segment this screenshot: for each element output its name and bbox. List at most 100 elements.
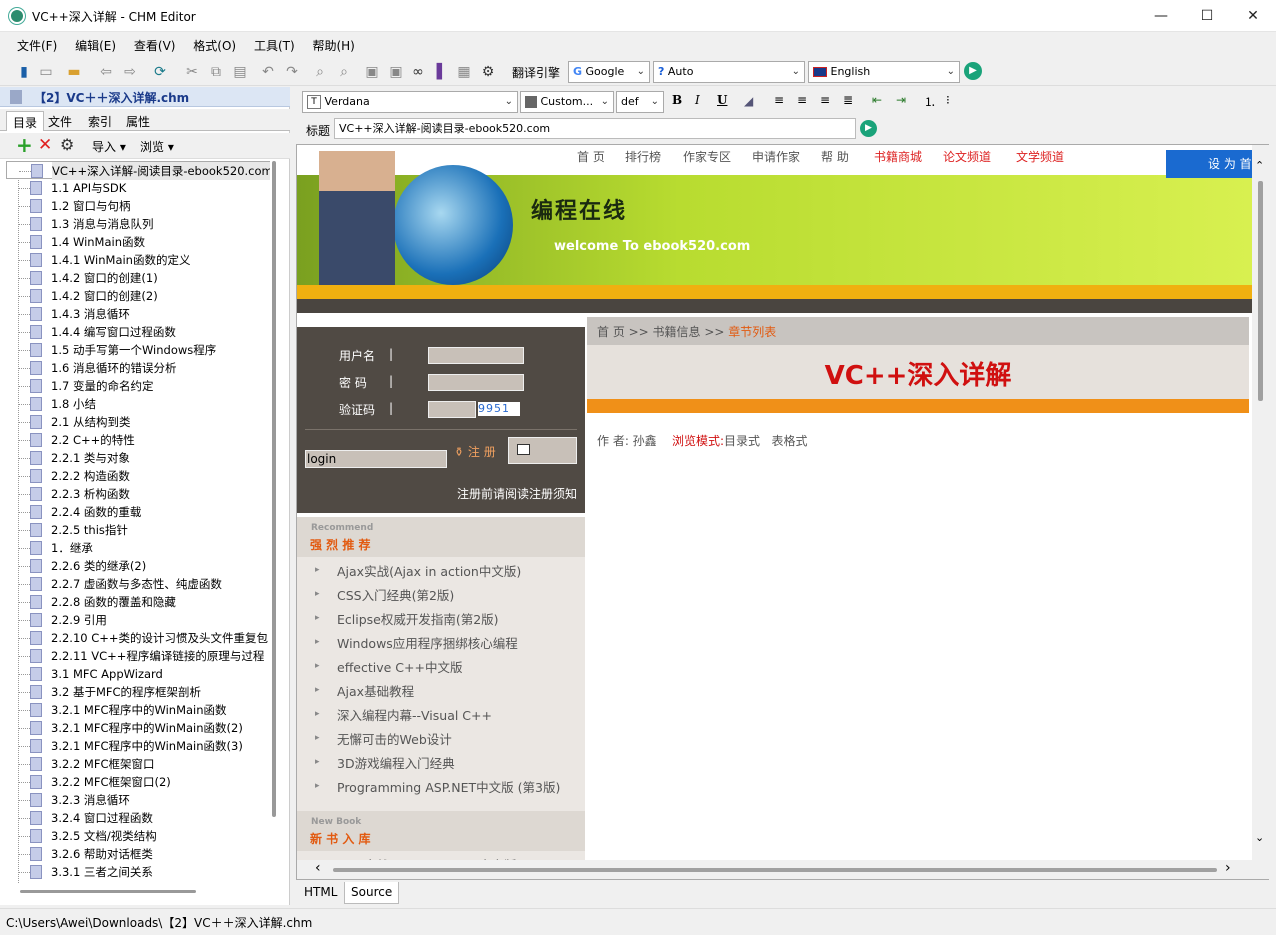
color-select[interactable]: Custom... ⌄ (520, 91, 614, 113)
align-right-icon[interactable]: ≡ (820, 93, 830, 107)
username-input[interactable] (428, 347, 524, 364)
tree-item[interactable]: 3.2.1 MFC程序中的WinMain函数(2) (6, 719, 270, 737)
align-center-icon[interactable]: ≡ (797, 93, 807, 107)
indent-icon[interactable]: ⇥ (896, 93, 906, 107)
undo-icon[interactable]: ↶ (258, 62, 278, 82)
browse-mode-directory[interactable]: 目录式 (724, 434, 760, 448)
recommend-item[interactable]: effective C++中文版 (337, 657, 462, 676)
nav-authors[interactable]: 作家专区 (683, 148, 731, 165)
tree-item[interactable]: 3.1 MFC AppWizard (6, 665, 270, 683)
preview-horizontal-scrollbar[interactable]: ‹ › (297, 860, 1252, 879)
tree-item[interactable]: 1．继承 (6, 539, 270, 557)
close-button[interactable]: ✕ (1230, 0, 1276, 32)
font-select[interactable]: T Verdana ⌄ (302, 91, 518, 113)
tree-item[interactable]: 3.2.1 MFC程序中的WinMain函数(3) (6, 737, 270, 755)
engine-select[interactable]: G Google ⌄ (568, 61, 650, 83)
tree-item[interactable]: 1.1 API与SDK (6, 179, 270, 197)
new-book-icon[interactable]: ▮ (14, 62, 34, 82)
settings-gear-icon[interactable]: ⚙ (60, 135, 74, 155)
login-submit-button[interactable] (508, 437, 577, 464)
link-icon[interactable]: ∞ (408, 62, 428, 82)
tree-item[interactable]: 1.7 变量的命名约定 (6, 377, 270, 395)
tree-vertical-scrollbar[interactable] (272, 161, 276, 817)
italic-button[interactable]: I (695, 93, 700, 107)
browse-mode-table[interactable]: 表格式 (771, 434, 807, 448)
tree-item[interactable]: 1.5 动手写第一个Windows程序 (6, 341, 270, 359)
settings-gear-icon[interactable]: ⚙ (478, 62, 498, 82)
save-icon[interactable]: ▭ (36, 62, 56, 82)
tree-horizontal-scrollbar[interactable] (20, 890, 196, 893)
tab-index[interactable]: 索引 (82, 111, 118, 131)
image-icon[interactable]: ▣ (362, 62, 382, 82)
tree-item[interactable]: 2.2.5 this指针 (6, 521, 270, 539)
paste-icon[interactable]: ▤ (230, 62, 250, 82)
scroll-right-icon[interactable]: › (1225, 860, 1231, 876)
hscroll-thumb[interactable] (333, 868, 1217, 872)
tree-item[interactable]: 3.3.1 三者之间关系 (6, 863, 270, 881)
register-link[interactable]: ⚱ 注 册 (454, 443, 496, 460)
nav-home[interactable]: 首 页 (577, 148, 605, 165)
recommend-item[interactable]: 3D游戏编程入门经典 (337, 753, 455, 772)
import-menu-button[interactable]: 导入 ▾ (92, 138, 126, 155)
bold-button[interactable]: B (672, 93, 682, 107)
recommend-item[interactable]: Eclipse权威开发指南(第2版) (337, 609, 499, 628)
maximize-button[interactable]: ☐ (1184, 0, 1230, 32)
recommend-item[interactable]: CSS入门经典(第2版) (337, 585, 454, 604)
tree-item[interactable]: 2.2.4 函数的重载 (6, 503, 270, 521)
title-translate-button[interactable]: ▶ (860, 120, 877, 137)
minimize-button[interactable]: — (1138, 0, 1184, 32)
align-left-icon[interactable]: ≡ (774, 93, 784, 107)
tree-item[interactable]: 2.2.10 C++类的设计习惯及头文件重复包 (6, 629, 270, 647)
source-language-select[interactable]: ? Auto ⌄ (653, 61, 805, 83)
tree-item[interactable]: 2.2 C++的特性 (6, 431, 270, 449)
tree-item[interactable]: 3.2.2 MFC框架窗口 (6, 755, 270, 773)
register-notice-link[interactable]: 注册前请阅读注册须知 (457, 485, 577, 502)
tree-item[interactable]: 2.2.11 VC++程序编译链接的原理与过程 (6, 647, 270, 665)
back-icon[interactable]: ⇦ (96, 62, 116, 82)
tree-item[interactable]: 1.6 消息循环的错误分析 (6, 359, 270, 377)
tree-item[interactable]: 1.3 消息与消息队列 (6, 215, 270, 233)
tree-item[interactable]: 3.2.5 文档/视类结构 (6, 827, 270, 845)
tab-contents[interactable]: 目录 (6, 111, 45, 131)
underline-button[interactable]: U (717, 93, 727, 107)
tree-item[interactable]: 2.2.7 虚函数与多态性、纯虚函数 (6, 575, 270, 593)
tree-item[interactable]: 2.2.1 类与对象 (6, 449, 270, 467)
add-icon[interactable]: + (16, 135, 33, 155)
refresh-icon[interactable]: ⟳ (150, 62, 170, 82)
topic-title-input[interactable]: VC++深入详解-阅读目录-ebook520.com (334, 118, 856, 139)
tab-files[interactable]: 文件 (42, 111, 78, 131)
table-icon[interactable]: ▦ (454, 62, 474, 82)
tree-item[interactable]: 3.2.4 窗口过程函数 (6, 809, 270, 827)
numbered-list-icon[interactable]: ⒈ (924, 93, 936, 110)
tree-item[interactable]: 1.4 WinMain函数 (6, 233, 270, 251)
find-icon[interactable]: ⌕ (310, 62, 330, 82)
menu-tools[interactable]: 工具(T) (247, 33, 302, 58)
scroll-left-icon[interactable]: ‹ (315, 860, 321, 876)
bullet-list-icon[interactable]: ⁝ (946, 93, 950, 107)
scroll-up-icon[interactable]: ⌃ (1255, 159, 1264, 172)
recommend-item[interactable]: 深入编程内幕--Visual C++ (337, 705, 492, 724)
recommend-item[interactable]: 无懈可击的Web设计 (337, 729, 452, 748)
tree-item[interactable]: 2.2.3 析构函数 (6, 485, 270, 503)
tab-properties[interactable]: 属性 (120, 111, 156, 131)
tree-item[interactable]: 2.1 从结构到类 (6, 413, 270, 431)
menu-help[interactable]: 帮助(H) (305, 33, 361, 58)
copy-icon[interactable]: ⧉ (206, 62, 226, 82)
menu-edit[interactable]: 编辑(E) (68, 33, 123, 58)
image2-icon[interactable]: ▣ (386, 62, 406, 82)
translate-go-button[interactable]: ▶ (964, 62, 982, 80)
tree-item[interactable]: 1.4.3 消息循环 (6, 305, 270, 323)
tab-html[interactable]: HTML (298, 882, 343, 904)
menu-view[interactable]: 查看(V) (127, 33, 183, 58)
tree-item[interactable]: 1.4.1 WinMain函数的定义 (6, 251, 270, 269)
tree-item[interactable]: 1.4.4 编写窗口过程函数 (6, 323, 270, 341)
nav-apply[interactable]: 申请作家 (752, 148, 800, 165)
tree-item[interactable]: 3.2.2 MFC框架窗口(2) (6, 773, 270, 791)
recommend-item[interactable]: Ajax实战(Ajax in action中文版) (337, 561, 521, 580)
redo-icon[interactable]: ↷ (282, 62, 302, 82)
tree-item[interactable]: 2.2.8 函数的覆盖和隐藏 (6, 593, 270, 611)
scroll-thumb[interactable] (1258, 181, 1263, 401)
tree-item[interactable]: 3.2.6 帮助对话框类 (6, 845, 270, 863)
tree-item[interactable]: 1.2 窗口与句柄 (6, 197, 270, 215)
captcha-input[interactable] (428, 401, 476, 418)
